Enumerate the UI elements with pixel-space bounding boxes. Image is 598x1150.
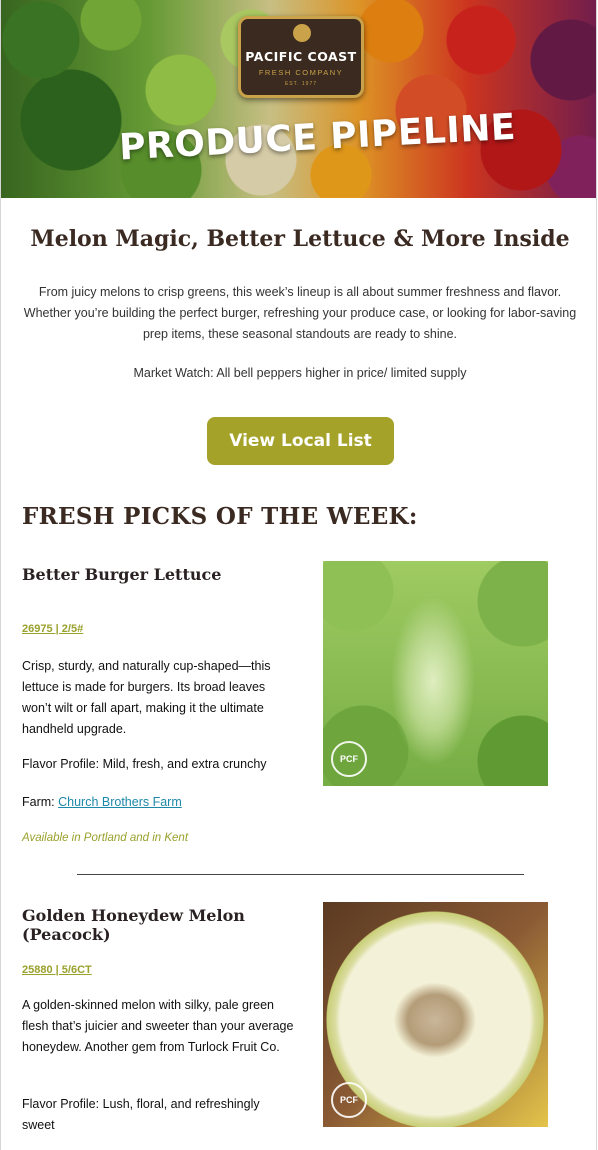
view-local-list-button[interactable]: View Local List <box>207 417 394 465</box>
product-divider <box>77 874 524 875</box>
brand-subtitle: FRESH COMPANY <box>258 68 344 77</box>
brand-established: EST. 1977 <box>284 81 318 87</box>
product-flavor-profile: Flavor Profile: Lush, floral, and refres… <box>22 1097 260 1132</box>
product-flavor-profile: Flavor Profile: Mild, fresh, and extra c… <box>22 757 267 771</box>
email-body: PACIFIC COAST FRESH COMPANY EST. 1977 PR… <box>0 0 597 1150</box>
intro-paragraph: From juicy melons to crisp greens, this … <box>23 285 577 341</box>
brand-name: PACIFIC COAST <box>245 49 357 64</box>
product-code-link[interactable]: 26975 | 2/5# <box>22 623 83 635</box>
hero-banner: PACIFIC COAST FRESH COMPANY EST. 1977 PR… <box>1 0 596 198</box>
product-farm: Farm: Church Brothers Farm <box>22 795 182 809</box>
product-description: A golden-skinned melon with silky, pale … <box>22 998 294 1054</box>
honeydew-melon-image: PCF <box>323 902 548 1127</box>
lettuce-image: PCF <box>323 561 548 786</box>
product-name: Golden Honeydew Melon (Peacock) <box>22 906 245 944</box>
farm-label: Farm: <box>22 795 59 809</box>
artichoke-icon <box>293 24 311 42</box>
section-title: FRESH PICKS OF THE WEEK: <box>22 503 418 530</box>
page-headline: Melon Magic, Better Lettuce & More Insid… <box>30 226 570 252</box>
product-name: Better Burger Lettuce <box>22 565 222 584</box>
market-watch-text: Market Watch: All bell peppers higher in… <box>133 366 467 380</box>
pcf-badge-icon: PCF <box>331 741 367 777</box>
product-description: Crisp, sturdy, and naturally cup-shaped—… <box>22 659 271 736</box>
farm-link[interactable]: Church Brothers Farm <box>58 795 182 809</box>
brand-logo[interactable]: PACIFIC COAST FRESH COMPANY EST. 1977 <box>238 16 364 98</box>
product-code-link[interactable]: 25880 | 5/6CT <box>22 964 92 976</box>
product-availability: Available in Portland and in Kent <box>22 832 189 844</box>
pcf-badge-icon: PCF <box>331 1082 367 1118</box>
